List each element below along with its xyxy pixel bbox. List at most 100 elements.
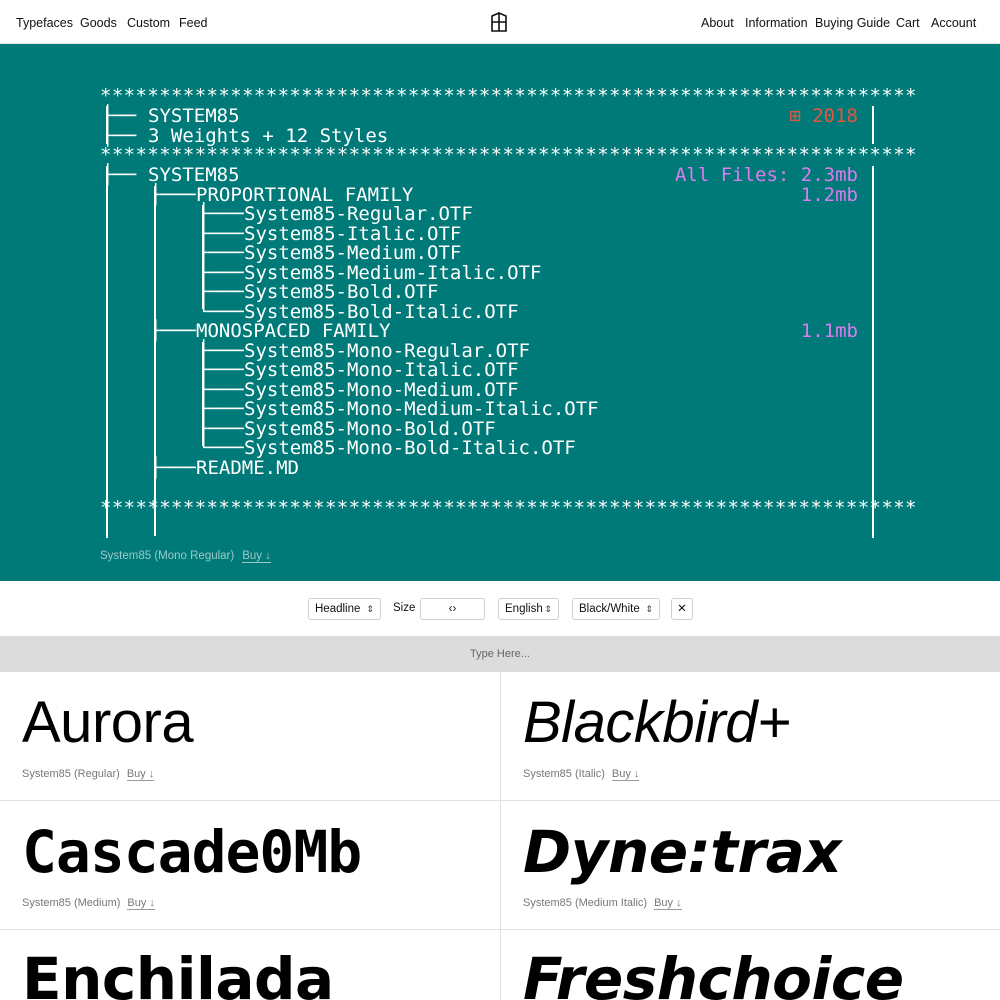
- tree-branch: ├───: [198, 379, 244, 401]
- tree-branch: ├───: [198, 262, 244, 284]
- tree-branch: ├──: [102, 125, 137, 147]
- nav-feed[interactable]: Feed: [179, 16, 208, 31]
- tree-border-right: [872, 106, 874, 144]
- file-item: System85-Italic.OTF: [244, 223, 462, 245]
- file-item: System85-Bold.OTF: [244, 281, 439, 303]
- file-item: System85-Medium.OTF: [244, 242, 462, 264]
- tree-branch: ├───: [198, 340, 244, 362]
- specimen-sample: Freshchoice: [523, 945, 904, 1000]
- proportional-family-label: PROPORTIONAL FAMILY: [196, 184, 414, 206]
- file-item: System85-Mono-Medium.OTF: [244, 379, 519, 401]
- type-tester-controls: Headline ⇕ Size ‹› English ⇕ Black/White…: [0, 581, 1000, 636]
- specimen-card[interactable]: Dyne:trax System85 (Medium Italic) Buy ↓: [500, 801, 1000, 930]
- proportional-size: 1.2mb: [800, 184, 858, 206]
- header-title: SYSTEM85: [148, 105, 240, 127]
- color-select-value: Black/White: [579, 603, 640, 615]
- specimen-grid: Aurora System85 (Regular) Buy ↓ Blackbird…: [0, 672, 1000, 1000]
- size-slider-handle: ‹›: [448, 603, 457, 615]
- type-here-input[interactable]: Type Here...: [0, 636, 1000, 672]
- specimen-font-name: System85 (Medium): [22, 897, 121, 909]
- style-select-value: Headline: [315, 603, 361, 615]
- tree-trunk: [154, 186, 156, 536]
- specimen-card[interactable]: Blackbird+ System85 (Italic) Buy ↓: [500, 672, 1000, 801]
- tree-branch: ├───: [150, 320, 196, 342]
- top-navigation: Typefaces Goods Custom Feed About Inform…: [0, 0, 1000, 44]
- file-item: System85-Mono-Italic.OTF: [244, 359, 519, 381]
- specimen-card[interactable]: Enchilada: [0, 930, 500, 1000]
- specimen-card[interactable]: Aurora System85 (Regular) Buy ↓: [0, 672, 500, 801]
- file-item: System85-Bold-Italic.OTF: [244, 301, 519, 323]
- hero-buy-link[interactable]: Buy ↓: [242, 550, 271, 563]
- updown-icon: ⇕: [366, 604, 374, 614]
- specimen-card[interactable]: Cascade0Mb System85 (Medium) Buy ↓: [0, 801, 500, 930]
- logo-icon[interactable]: [490, 12, 508, 32]
- stars-divider-top: ****************************************…: [100, 85, 917, 107]
- hero-caption: System85 (Mono Regular) Buy ↓: [100, 550, 271, 563]
- monospaced-family-label: MONOSPACED FAMILY: [196, 320, 391, 342]
- style-select[interactable]: Headline ⇕: [308, 598, 381, 620]
- nav-information[interactable]: Information: [745, 16, 808, 31]
- file-item: System85-Mono-Bold.OTF: [244, 418, 496, 440]
- specimen-caption: System85 (Medium) Buy ↓: [22, 897, 155, 910]
- specimen-caption: System85 (Italic) Buy ↓: [523, 768, 640, 781]
- tree-branch: └───: [198, 437, 244, 459]
- nav-custom[interactable]: Custom: [127, 16, 170, 31]
- file-item: System85-Mono-Regular.OTF: [244, 340, 530, 362]
- stars-divider-bottom: ****************************************…: [100, 497, 917, 519]
- tree-branch: ├───: [198, 203, 244, 225]
- nav-cart[interactable]: Cart: [896, 16, 920, 31]
- tree-branch: ├───: [198, 398, 244, 420]
- tree-branch: ├───: [198, 359, 244, 381]
- tree-branch: ├──: [102, 164, 137, 186]
- tree-root: SYSTEM85: [148, 164, 240, 186]
- specimen-font-name: System85 (Medium Italic): [523, 897, 648, 909]
- file-item: System85-Mono-Bold-Italic.OTF: [244, 437, 576, 459]
- color-select[interactable]: Black/White ⇕: [572, 598, 660, 620]
- tree-border-left: [106, 166, 108, 538]
- tree-branch: ├───: [198, 242, 244, 264]
- specimen-sample: Dyne:trax: [523, 818, 842, 886]
- stars-divider-middle: ****************************************…: [100, 144, 917, 166]
- specimen-font-name: System85 (Regular): [22, 768, 120, 780]
- nav-goods[interactable]: Goods: [80, 16, 117, 31]
- type-here-placeholder: Type Here...: [470, 648, 530, 660]
- close-icon: ✕: [677, 603, 687, 615]
- tree-branch: ├───: [150, 184, 196, 206]
- size-slider[interactable]: ‹›: [420, 598, 485, 620]
- specimen-buy-link[interactable]: Buy ↓: [127, 897, 155, 910]
- updown-icon: ⇕: [544, 604, 552, 614]
- specimen-buy-link[interactable]: Buy ↓: [611, 768, 640, 781]
- size-label: Size: [393, 602, 416, 614]
- language-select-value: English: [505, 603, 543, 615]
- header-subtitle: 3 Weights + 12 Styles: [148, 125, 389, 147]
- specimen-sample: Aurora: [22, 690, 194, 755]
- nav-typefaces[interactable]: Typefaces: [16, 16, 73, 31]
- updown-icon: ⇕: [645, 604, 653, 614]
- tree-branch: ├───: [198, 418, 244, 440]
- specimen-sample: Cascade0Mb: [22, 818, 362, 886]
- monospaced-size: 1.1mb: [800, 320, 858, 342]
- tree-border-right: [872, 166, 874, 538]
- reset-button[interactable]: ✕: [671, 598, 693, 620]
- file-item: System85-Mono-Medium-Italic.OTF: [244, 398, 599, 420]
- tree-branch: ├───: [150, 457, 196, 479]
- specimen-caption: System85 (Medium Italic) Buy ↓: [523, 897, 682, 910]
- tree-branch: └───: [198, 301, 244, 323]
- all-files-size: All Files: 2.3mb: [674, 164, 858, 186]
- specimen-font-name: System85 (Italic): [523, 768, 605, 780]
- hero-file-tree: ****************************************…: [0, 44, 1000, 581]
- specimen-buy-link[interactable]: Buy ↓: [126, 768, 155, 781]
- nav-account[interactable]: Account: [931, 16, 976, 31]
- specimen-sample: Enchilada: [22, 945, 334, 1000]
- year-label: ⊞ 2018: [789, 105, 858, 127]
- file-tree: ****************************************…: [100, 86, 916, 538]
- tree-branch: ├───: [198, 281, 244, 303]
- specimen-caption: System85 (Regular) Buy ↓: [22, 768, 155, 781]
- file-item: System85-Medium-Italic.OTF: [244, 262, 542, 284]
- nav-buying-guide[interactable]: Buying Guide: [815, 16, 890, 31]
- hero-font-name: System85 (Mono Regular): [100, 550, 235, 562]
- language-select[interactable]: English ⇕: [498, 598, 559, 620]
- specimen-card[interactable]: Freshchoice: [500, 930, 1000, 1000]
- nav-about[interactable]: About: [701, 16, 734, 31]
- specimen-buy-link[interactable]: Buy ↓: [654, 897, 682, 910]
